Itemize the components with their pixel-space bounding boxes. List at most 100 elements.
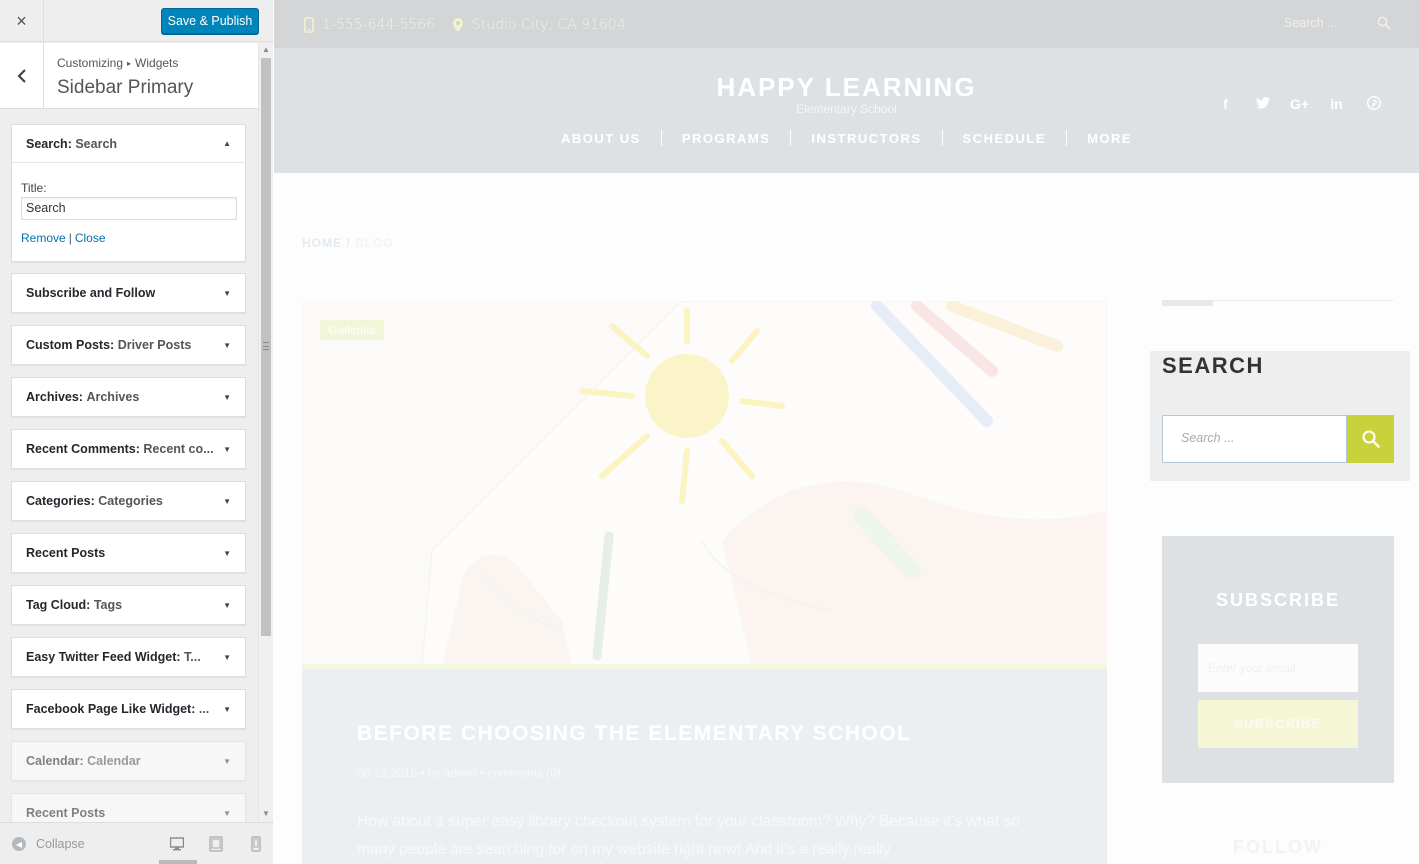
widget-search: Search: Search ▲ Title: Search Remove | Cl… [11,124,246,262]
widget-name: Subscribe and Follow [26,286,156,300]
widget-header[interactable]: Search: Search ▲ [12,125,245,163]
twitter-icon[interactable] [1253,96,1272,113]
widget-title: Search [75,136,118,151]
widget-title: T... [184,650,201,664]
expand-arrow-icon[interactable]: ▼ [223,549,231,558]
customizer-footer: ◀ Collapse [0,822,273,864]
breadcrumb-current: BLOG [355,236,394,250]
subscribe-title: SUBSCRIBE [1215,590,1340,610]
sidebar-divider-accent [1162,300,1213,306]
address-text: Studio City, CA 91604 [472,17,626,33]
expand-arrow-icon[interactable]: ▼ [223,497,231,506]
post-featured-image[interactable]: Galleries [302,301,1107,666]
social-links: f G+ in [1216,95,1383,113]
panel-scrollbar[interactable]: ▲ ▼ [258,43,273,821]
save-publish-button[interactable]: Save & Publish [161,8,259,34]
mobile-preview-icon[interactable] [249,836,263,852]
collapse-arrow-icon[interactable]: ▲ [223,139,231,148]
collapse-arrow-icon: ◀ [12,837,26,851]
widget-item[interactable]: Facebook Page Like Widget: ... ▼ [11,689,246,729]
nav-item-instructors[interactable]: INSTRUCTORS [791,131,941,146]
collapse-button[interactable]: ◀ Collapse [12,837,85,851]
expand-arrow-icon[interactable]: ▼ [223,653,231,662]
google-plus-icon[interactable]: G+ [1290,96,1309,113]
facebook-icon[interactable]: f [1216,96,1235,113]
pinterest-icon[interactable] [1364,95,1383,113]
customizer-topbar: × Save & Publish [0,0,273,42]
widget-item[interactable]: Subscribe and Follow ▼ [11,273,246,313]
widget-name: Recent Comments: [26,442,140,456]
widget-title: Archives [86,390,140,404]
blog-post: Galleries BEFORE CHOOSING THE ELEMENTARY… [302,301,1107,864]
breadcrumb-home[interactable]: HOME [302,236,342,250]
sidebar-search-button[interactable] [1347,415,1394,463]
post-category-badge[interactable]: Galleries [320,320,384,340]
chevron-left-icon [16,69,26,83]
close-link[interactable]: Close [75,231,106,245]
widget-name: Search: [26,136,72,151]
expand-arrow-icon[interactable]: ▼ [223,601,231,610]
remove-link[interactable]: Remove [21,231,66,245]
post-title[interactable]: BEFORE CHOOSING THE ELEMENTARY SCHOOL [357,722,911,746]
tablet-preview-icon[interactable] [209,836,223,852]
linkedin-icon[interactable]: in [1327,96,1346,113]
widget-title: Tags [93,598,123,612]
nav-item-schedule[interactable]: SCHEDULE [943,131,1067,146]
expand-arrow-icon[interactable]: ▼ [223,705,231,714]
widget-title: Categories [98,494,163,508]
widget-item[interactable]: Archives: Archives ▼ [11,377,246,417]
widget-item[interactable]: Recent Posts ▼ [11,533,246,573]
collapse-label: Collapse [36,837,85,851]
post-meta: 08.12.2016 • by admin • comments (0) [357,766,561,780]
widget-name: Recent Posts [26,546,106,560]
title-label: Title: [21,181,47,195]
search-icon [1362,430,1380,448]
crayon-drawing-illustration [302,301,1107,666]
expand-arrow-icon[interactable]: ▼ [223,289,231,298]
expand-arrow-icon[interactable]: ▼ [223,757,231,766]
widget-title: Driver Posts [117,338,192,352]
top-search-input[interactable]: Search ... [1284,16,1338,30]
main-nav: ABOUT US PROGRAMS INSTRUCTORS SCHEDULE M… [274,130,1419,146]
expand-arrow-icon[interactable]: ▼ [223,445,231,454]
scroll-down-icon[interactable]: ▼ [262,809,270,818]
widget-item[interactable]: Easy Twitter Feed Widget: T... ▼ [11,637,246,677]
widget-item[interactable]: Categories: Categories ▼ [11,481,246,521]
widget-name: Archives: [26,390,83,404]
expand-arrow-icon[interactable]: ▼ [223,809,231,818]
widget-item[interactable]: Recent Posts ▼ [11,793,246,822]
phone-icon [304,17,314,33]
subscribe-button[interactable]: SUBSCRIBE [1198,700,1358,748]
widget-title: ... [198,702,210,716]
title-input[interactable]: Search [21,197,237,220]
link-separator: | [68,231,72,245]
widget-title: Calendar [87,754,141,768]
site-preview: 1-555-644-5566 Studio City, CA 91604 Sea… [274,0,1419,864]
desktop-preview-icon[interactable] [170,836,184,852]
site-breadcrumb: HOME / BLOG [302,236,394,250]
back-button[interactable] [0,43,44,109]
phone-info: 1-555-644-5566 [304,17,435,33]
widget-item[interactable]: Tag Cloud: Tags ▼ [11,585,246,625]
nav-item-more[interactable]: MORE [1067,131,1152,146]
search-icon[interactable] [1377,16,1391,30]
scroll-up-icon[interactable]: ▲ [262,45,270,54]
email-field[interactable]: Enter your email [1198,644,1358,692]
expand-arrow-icon[interactable]: ▼ [223,341,231,350]
breadcrumb-separator: ▸ [127,59,132,68]
sidebar-search-input[interactable]: Search ... [1162,415,1347,463]
widget-item[interactable]: Calendar: Calendar ▼ [11,741,246,781]
widget-name: Calendar: [26,754,84,768]
nav-item-programs[interactable]: PROGRAMS [662,131,791,146]
expand-arrow-icon[interactable]: ▼ [223,393,231,402]
widget-name: Custom Posts: [26,338,115,352]
map-pin-icon [453,18,463,32]
widget-item[interactable]: Custom Posts: Driver Posts ▼ [11,325,246,365]
close-icon[interactable]: × [0,0,44,42]
widget-title: Recent co... [143,442,214,456]
widget-item[interactable]: Recent Comments: Recent co... ▼ [11,429,246,469]
scrollbar-thumb[interactable] [261,58,271,636]
address-info: Studio City, CA 91604 [452,17,626,33]
nav-item-about-us[interactable]: ABOUT US [541,131,661,146]
follow-title: FOLLOW [1233,837,1323,857]
